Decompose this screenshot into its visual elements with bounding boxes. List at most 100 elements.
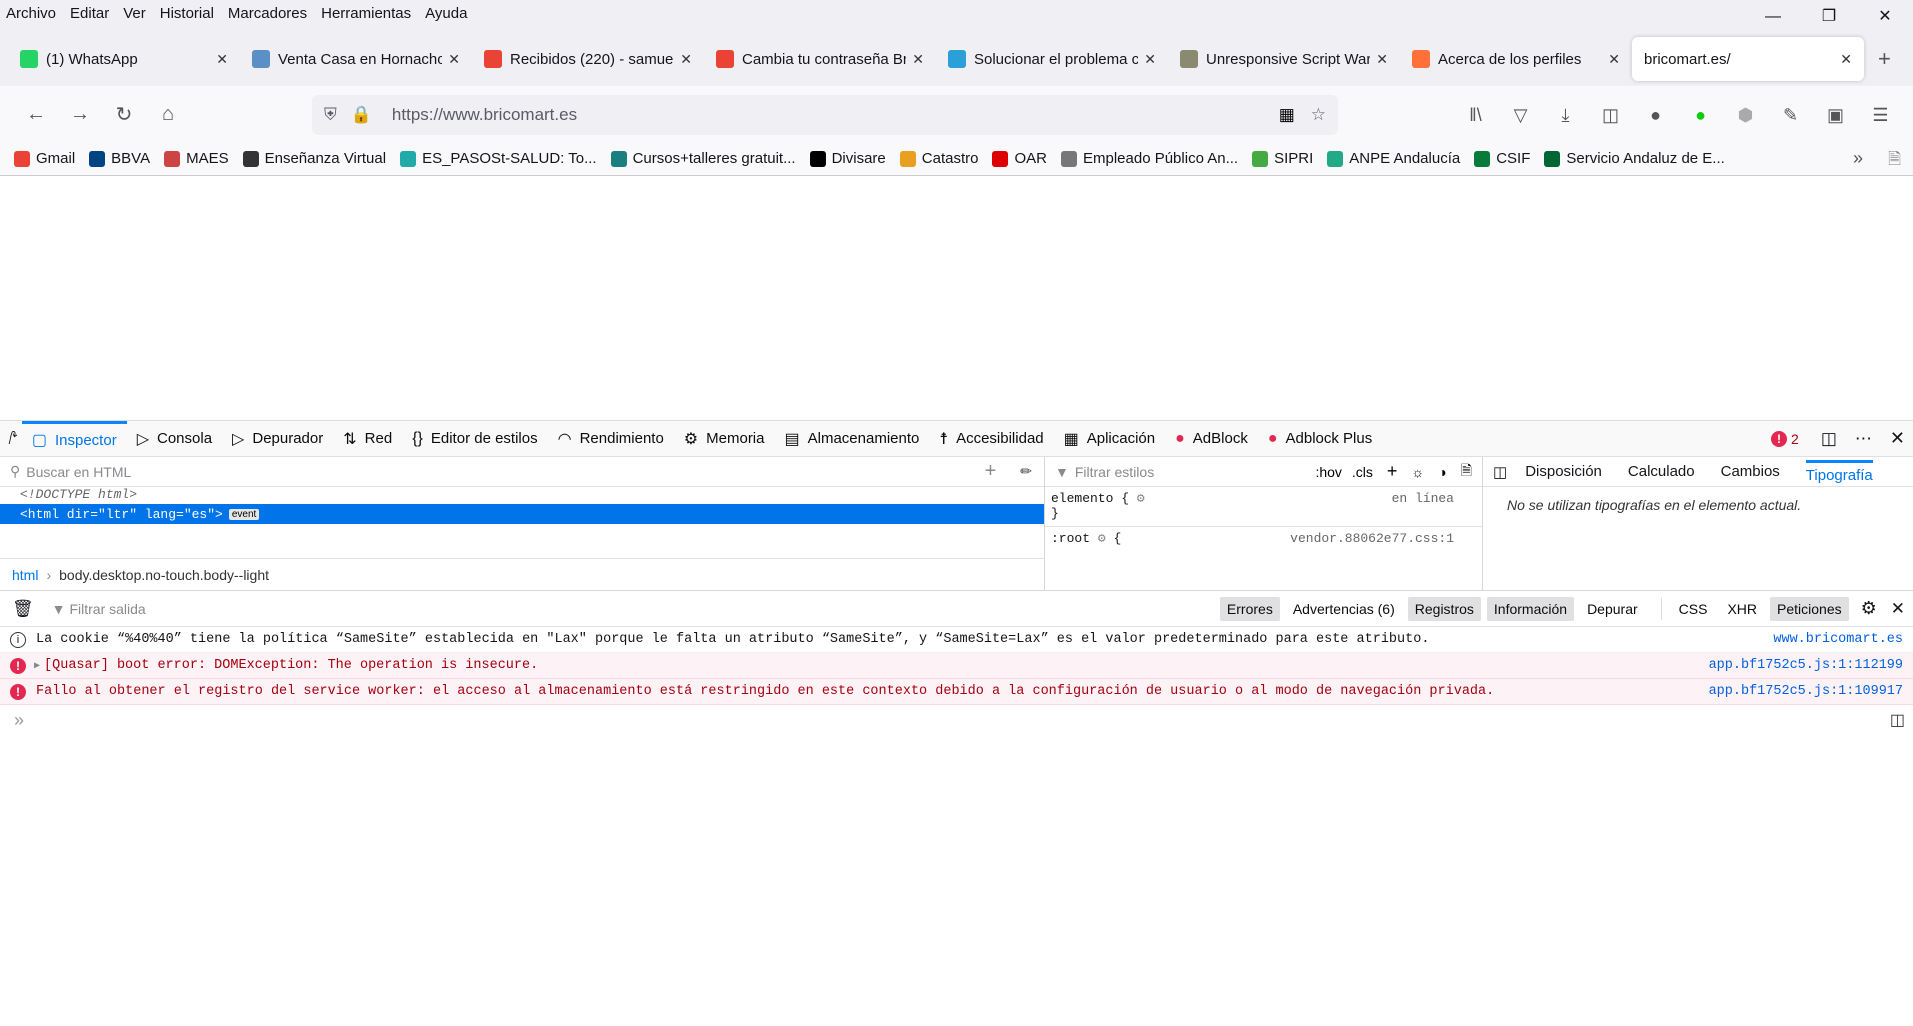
url-text[interactable]: https://www.bricomart.es bbox=[392, 105, 1279, 125]
bookmark-star-icon[interactable]: ☆ bbox=[1311, 105, 1326, 125]
bookmarks-overflow-icon[interactable]: » bbox=[1853, 148, 1863, 169]
devtools-tab-accesibilidad[interactable]: ☨ Accesibilidad bbox=[929, 421, 1053, 457]
toggle-pane-icon[interactable]: ◫ bbox=[1493, 463, 1507, 481]
bookmark-item[interactable]: ES_PASOSt-SALUD: To... bbox=[400, 150, 597, 167]
devtools-tab-red[interactable]: ⇅ Red bbox=[333, 421, 402, 457]
shield-icon[interactable]: ⛨ bbox=[324, 105, 337, 125]
bookmark-item[interactable]: Divisare bbox=[809, 150, 886, 167]
bookmark-item[interactable]: SIPRI bbox=[1252, 150, 1313, 167]
cls-button[interactable]: .cls bbox=[1352, 464, 1373, 480]
html-node-selected[interactable]: <html dir="ltr" lang="es"> event bbox=[0, 504, 1044, 524]
new-tab-button[interactable]: + bbox=[1878, 46, 1891, 72]
console-filter-button[interactable]: Depurar bbox=[1580, 597, 1645, 621]
sidebar-icon[interactable]: ◫ bbox=[1588, 105, 1633, 126]
gear-icon[interactable]: ⚙ bbox=[1098, 531, 1114, 546]
browser-tab[interactable]: Recibidos (220) - samuel ✕ bbox=[472, 37, 704, 81]
extension-screen-icon[interactable]: ▣ bbox=[1813, 105, 1858, 126]
root-rule-source[interactable]: vendor.88062e77.css:1 bbox=[1290, 531, 1454, 546]
devtools-tab-inspector[interactable]: ▢ Inspector bbox=[21, 420, 127, 457]
abp-icon[interactable]: ⬢ bbox=[1723, 105, 1768, 126]
devtools-tab-almacenamiento[interactable]: ▤ Almacenamiento bbox=[775, 421, 930, 457]
extension-pencil-icon[interactable]: ✎ bbox=[1768, 105, 1813, 126]
browser-tab[interactable]: Cambia tu contraseña Br ✕ bbox=[704, 37, 936, 81]
close-split-icon[interactable]: ✕ bbox=[1891, 599, 1905, 619]
filter-output-input[interactable]: Filtrar salida bbox=[69, 601, 1219, 617]
url-bar[interactable]: ⛨ 🔒 https://www.bricomart.es ▦ ☆ bbox=[312, 95, 1338, 135]
tab-close-icon[interactable]: ✕ bbox=[1608, 51, 1620, 68]
other-bookmarks-icon[interactable]: 🗎 bbox=[1888, 148, 1901, 175]
back-button[interactable]: ← bbox=[14, 103, 58, 126]
reload-button[interactable]: ↻ bbox=[102, 102, 146, 127]
devtools-tab-adblock[interactable]: ● AdBlock bbox=[1165, 421, 1258, 457]
console-filter-button[interactable]: Registros bbox=[1407, 596, 1481, 621]
eyedropper-icon[interactable]: ✏ bbox=[1020, 463, 1032, 480]
devtools-tab-aplicación[interactable]: ▦ Aplicación bbox=[1054, 421, 1166, 457]
tab-close-icon[interactable]: ✕ bbox=[1840, 51, 1852, 68]
bookmark-item[interactable]: Cursos+talleres gratuit... bbox=[610, 150, 796, 167]
expand-arrow-icon[interactable]: ▶ bbox=[34, 660, 40, 672]
search-html-input[interactable]: Buscar en HTML bbox=[26, 464, 984, 480]
console-filter-button[interactable]: Información bbox=[1486, 596, 1575, 621]
console-settings-icon[interactable]: ⚙ bbox=[1861, 598, 1877, 619]
root-selector[interactable]: :root bbox=[1051, 531, 1090, 546]
close-devtools-icon[interactable]: ✕ bbox=[1890, 428, 1905, 449]
menu-herramientas[interactable]: Herramientas bbox=[321, 5, 411, 22]
tab-close-icon[interactable]: ✕ bbox=[1376, 51, 1388, 68]
rule-source[interactable]: en línea bbox=[1392, 491, 1454, 506]
library-icon[interactable]: ‖\ bbox=[1453, 105, 1498, 126]
lock-icon[interactable]: 🔒 bbox=[351, 105, 372, 125]
editor-mode-icon[interactable]: ◫ bbox=[1890, 710, 1905, 730]
devtools-tab-adblock-plus[interactable]: ● Adblock Plus bbox=[1258, 421, 1382, 457]
browser-tab[interactable]: (1) WhatsApp ✕ bbox=[8, 37, 240, 81]
browser-tab[interactable]: Solucionar el problema c ✕ bbox=[936, 37, 1168, 81]
pocket-icon[interactable]: ▽ bbox=[1498, 105, 1543, 126]
console-filter-button[interactable]: Peticiones bbox=[1770, 596, 1849, 621]
tab-close-icon[interactable]: ✕ bbox=[216, 51, 228, 68]
browser-tab[interactable]: Unresponsive Script Warn ✕ bbox=[1168, 37, 1400, 81]
gear-icon[interactable]: ⚙ bbox=[1137, 491, 1145, 506]
home-button[interactable]: ⌂ bbox=[146, 103, 190, 126]
console-filter-button[interactable]: CSS bbox=[1672, 597, 1715, 621]
menu-editar[interactable]: Editar bbox=[70, 5, 109, 22]
restore-button[interactable]: ❐ bbox=[1801, 0, 1857, 34]
downloads-icon[interactable]: ⤓ bbox=[1543, 105, 1588, 126]
menu-archivo[interactable]: Archivo bbox=[6, 5, 56, 22]
console-input[interactable]: » ◫ bbox=[0, 705, 1913, 735]
light-scheme-icon[interactable]: ☼ bbox=[1411, 464, 1424, 480]
extension-green-icon[interactable]: ● bbox=[1678, 105, 1723, 126]
message-source-link[interactable]: www.bricomart.es bbox=[1773, 632, 1903, 647]
message-source-link[interactable]: app.bf1752c5.js:1:112199 bbox=[1709, 658, 1903, 673]
bookmark-item[interactable]: Empleado Público An... bbox=[1061, 150, 1238, 167]
menu-ayuda[interactable]: Ayuda bbox=[425, 5, 467, 22]
dark-scheme-icon[interactable]: ◑ bbox=[1438, 464, 1446, 480]
side-tab[interactable]: Disposición bbox=[1525, 463, 1602, 480]
bookmark-item[interactable]: ANPE Andalucía bbox=[1327, 150, 1460, 167]
error-count[interactable]: 2 bbox=[1791, 431, 1799, 447]
browser-tab[interactable]: Acerca de los perfiles ✕ bbox=[1400, 37, 1632, 81]
event-badge[interactable]: event bbox=[228, 508, 260, 520]
add-rule-icon[interactable]: + bbox=[1387, 461, 1398, 482]
account-icon[interactable]: ● bbox=[1633, 105, 1678, 126]
more-options-icon[interactable]: ⋯ bbox=[1855, 429, 1872, 449]
bookmark-item[interactable]: CSIF bbox=[1474, 150, 1530, 167]
reader-icon[interactable]: ▦ bbox=[1279, 105, 1295, 125]
tab-close-icon[interactable]: ✕ bbox=[912, 51, 924, 68]
browser-tab[interactable]: Venta Casa en Hornachos ✕ bbox=[240, 37, 472, 81]
devtools-tab-editor-de-estilos[interactable]: {} Editor de estilos bbox=[402, 421, 547, 457]
trash-icon[interactable]: 🗑 bbox=[12, 599, 34, 619]
dock-icon[interactable]: ◫ bbox=[1821, 429, 1837, 449]
side-tab[interactable]: Calculado bbox=[1628, 463, 1695, 480]
bookmark-item[interactable]: Gmail bbox=[14, 150, 75, 167]
hamburger-menu-icon[interactable]: ☰ bbox=[1858, 105, 1903, 126]
bookmark-item[interactable]: MAES bbox=[164, 150, 229, 167]
menu-historial[interactable]: Historial bbox=[160, 5, 214, 22]
side-tab[interactable]: Cambios bbox=[1721, 463, 1780, 480]
menu-marcadores[interactable]: Marcadores bbox=[228, 5, 307, 22]
forward-button[interactable]: → bbox=[58, 103, 102, 126]
hov-button[interactable]: :hov bbox=[1315, 464, 1341, 480]
console-filter-button[interactable]: XHR bbox=[1720, 597, 1764, 621]
bookmark-item[interactable]: Catastro bbox=[899, 150, 978, 167]
minimize-button[interactable]: — bbox=[1745, 0, 1801, 34]
bookmark-item[interactable]: BBVA bbox=[89, 150, 150, 167]
browser-tab[interactable]: bricomart.es/ ✕ bbox=[1632, 37, 1864, 81]
